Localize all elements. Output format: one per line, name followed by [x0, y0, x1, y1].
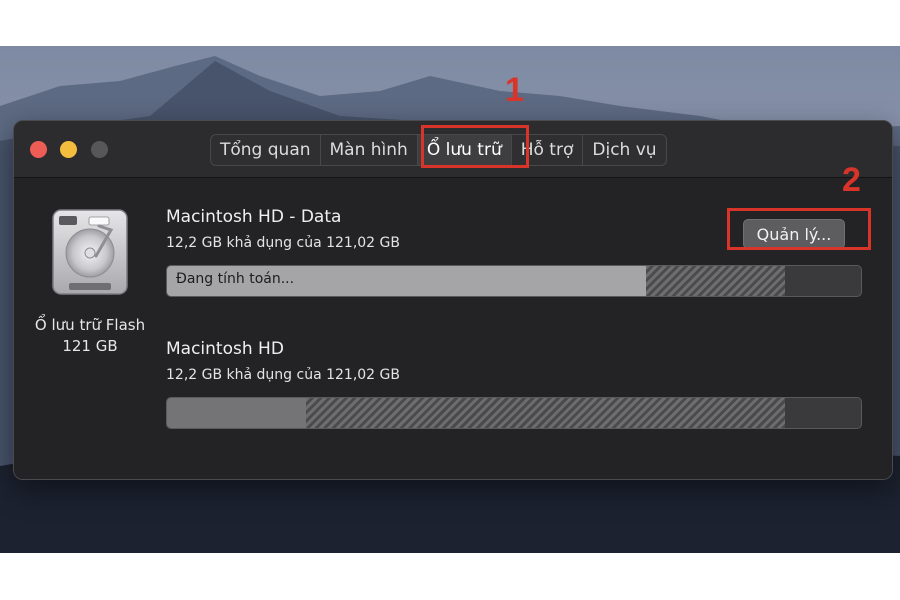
annotation-marker-1: 1 [505, 71, 524, 109]
highlight-manage-button [727, 208, 871, 250]
storage-other-segment [645, 266, 785, 296]
storage-used-segment [167, 398, 306, 428]
storage-other-segment [305, 398, 785, 428]
storage-usage-bar [166, 397, 862, 429]
disk-label: Ổ lưu trữ Flash 121 GB [22, 315, 158, 357]
volume-name: Macintosh HD - Data [166, 207, 342, 227]
volume-availability: 12,2 GB khả dụng của 121,02 GB [166, 235, 400, 251]
annotation-marker-2: 2 [842, 161, 861, 199]
hard-drive-icon [52, 209, 128, 295]
volume-name: Macintosh HD [166, 339, 284, 359]
volume-availability: 12,2 GB khả dụng của 121,02 GB [166, 367, 400, 383]
disk-name: Ổ lưu trữ Flash [34, 316, 146, 334]
tab-displays[interactable]: Màn hình [321, 135, 418, 165]
zoom-button[interactable] [91, 141, 108, 158]
highlight-storage-tab [421, 125, 529, 168]
bar-status-text: Đang tính toán... [176, 271, 295, 287]
storage-usage-bar: Đang tính toán... [166, 265, 862, 297]
disk-size: 121 GB [62, 337, 118, 355]
system-information-window: Tổng quan Màn hình Ổ lưu trữ Hỗ trợ Dịch… [13, 120, 893, 480]
tab-overview[interactable]: Tổng quan [211, 135, 321, 165]
close-button[interactable] [30, 141, 47, 158]
tab-service[interactable]: Dịch vụ [583, 135, 665, 165]
screenshot-frame: Tổng quan Màn hình Ổ lưu trữ Hỗ trợ Dịch… [0, 46, 900, 553]
minimize-button[interactable] [60, 141, 77, 158]
